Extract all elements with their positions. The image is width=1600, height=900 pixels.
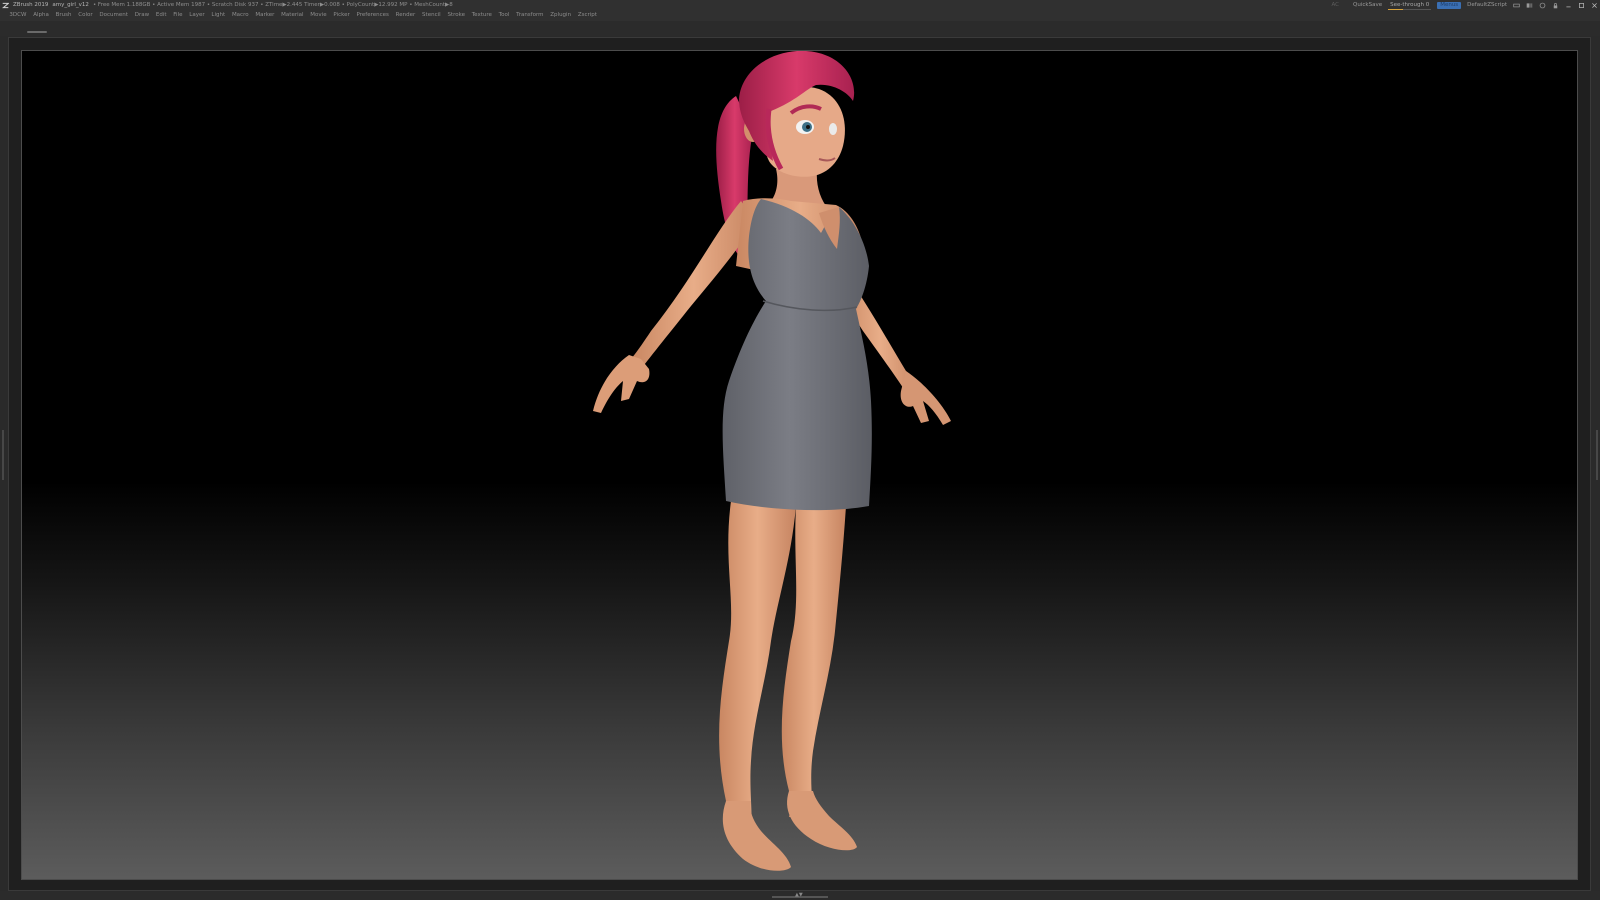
left-tray-handle[interactable] — [2, 430, 4, 480]
ac-button[interactable]: AC — [1332, 0, 1340, 10]
menu-brush[interactable]: Brush — [52, 10, 75, 21]
app-name: ZBrush 2019 — [13, 2, 49, 8]
menu-file[interactable]: File — [170, 10, 186, 21]
menu-material[interactable]: Material — [278, 10, 307, 21]
left-arm — [631, 201, 756, 369]
quicksave-button[interactable]: QuickSave — [1353, 0, 1382, 10]
menu-light[interactable]: Light — [208, 10, 229, 21]
character-model[interactable] — [22, 51, 1578, 880]
menu-bar: 3DCW Alpha Brush Color Document Draw Edit File L… — [0, 10, 1600, 21]
menu-render[interactable]: Render — [392, 10, 418, 21]
shelf-drag-handle[interactable] — [27, 31, 47, 33]
layout-icon[interactable] — [1513, 2, 1520, 9]
zbrush-logo-icon — [2, 2, 9, 8]
left-hand — [593, 355, 650, 413]
menu-macro[interactable]: Macro — [229, 10, 252, 21]
palette-icon[interactable] — [1539, 2, 1546, 9]
eye-far — [829, 123, 837, 135]
menu-marker[interactable]: Marker — [252, 10, 278, 21]
menu-stroke[interactable]: Stroke — [444, 10, 468, 21]
restore-icon[interactable] — [1578, 2, 1585, 9]
right-hand — [900, 371, 951, 425]
swatch-icon[interactable] — [1526, 2, 1533, 9]
viewport-canvas[interactable] — [21, 50, 1578, 880]
close-icon[interactable] — [1591, 2, 1598, 9]
bottom-tray: ▲▼ — [0, 891, 1600, 900]
menu-transform[interactable]: Transform — [513, 10, 547, 21]
menu-zplugin[interactable]: Zplugin — [547, 10, 575, 21]
right-leg — [781, 506, 846, 817]
right-foot — [787, 791, 857, 851]
default-zscript-button[interactable]: DefaultZScript — [1467, 0, 1507, 10]
menu-color[interactable]: Color — [75, 10, 96, 21]
menu-document[interactable]: Document — [96, 10, 131, 21]
menu-layer[interactable]: Layer — [186, 10, 208, 21]
top-shelf — [0, 21, 1600, 36]
expand-arrow-icon[interactable]: ▲▼ — [795, 893, 803, 898]
left-foot — [722, 801, 791, 871]
menus-button[interactable]: Menus — [1437, 1, 1462, 9]
menu-stencil[interactable]: Stencil — [419, 10, 444, 21]
file-name: amy_girl_v12 — [52, 2, 89, 8]
menu-edit[interactable]: Edit — [152, 10, 169, 21]
see-through-slider[interactable]: See-through 0 — [1388, 0, 1432, 10]
minimize-icon[interactable] — [1565, 2, 1572, 9]
menu-tool[interactable]: Tool — [495, 10, 512, 21]
right-tray-handle[interactable] — [1596, 430, 1598, 480]
menu-3dcw[interactable]: 3DCW — [6, 10, 30, 21]
menu-movie[interactable]: Movie — [307, 10, 330, 21]
pupil — [806, 125, 810, 129]
see-through-label: See-through — [1390, 2, 1424, 8]
memory-stats: • Free Mem 1.188GB • Active Mem 1987 • S… — [92, 2, 453, 8]
menu-preferences[interactable]: Preferences — [353, 10, 392, 21]
menu-draw[interactable]: Draw — [131, 10, 152, 21]
menu-texture[interactable]: Texture — [468, 10, 495, 21]
menu-alpha[interactable]: Alpha — [30, 10, 52, 21]
menu-picker[interactable]: Picker — [330, 10, 353, 21]
left-leg — [719, 501, 796, 833]
lock-icon[interactable] — [1552, 2, 1559, 9]
see-through-value: 0 — [1425, 2, 1430, 8]
menu-zscript[interactable]: Zscript — [574, 10, 600, 21]
title-bar: ZBrush 2019 amy_girl_v12 • Free Mem 1.18… — [0, 0, 1600, 10]
